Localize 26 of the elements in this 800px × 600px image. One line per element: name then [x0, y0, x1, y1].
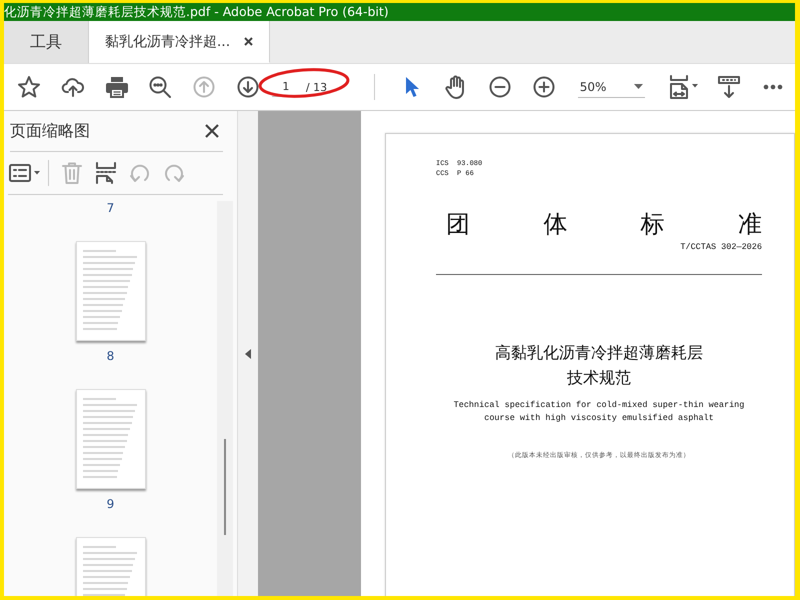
page-thumbnail[interactable]	[76, 389, 146, 489]
collapse-arrow-icon[interactable]	[245, 348, 251, 358]
page-number-label[interactable]: 7	[106, 201, 114, 215]
tab-label[interactable]: 黏乳化沥青冷拌超...	[104, 32, 230, 50]
close-icon[interactable]	[244, 37, 254, 46]
page-thumbnail[interactable]	[76, 241, 146, 341]
standard-heading: 团体标准	[445, 209, 762, 240]
caret-icon[interactable]	[634, 84, 644, 89]
tab[interactable]: 工具	[4, 21, 89, 63]
page-number-label[interactable]: 8	[106, 349, 114, 363]
page-number-label[interactable]: 9	[106, 497, 114, 511]
page-count: / 13	[306, 80, 328, 94]
close-icon[interactable]	[205, 124, 219, 138]
tab-label[interactable]: 工具	[30, 32, 62, 52]
english-title: Technical specification for cold-mixed super-thin wearing course with high viscosity emulsified asphalt	[452, 399, 746, 425]
page-number-field[interactable]: 1	[272, 77, 300, 97]
document-title: 技术规范	[567, 368, 631, 389]
standard-code: T/CCTAS 302—2026	[679, 242, 762, 252]
scrollbar[interactable]	[217, 201, 233, 596]
zoom-dropdown[interactable]: 50%	[578, 76, 646, 98]
tab[interactable]: 黏乳化沥青冷拌超...	[89, 21, 270, 63]
zoom-value[interactable]: 50%	[580, 80, 606, 94]
window-title: 化沥青冷拌超薄磨耗层技术规范.pdf - Adobe Acrobat Pro (64-bit)	[4, 4, 389, 20]
panel-title: 页面缩略图	[10, 120, 90, 142]
document-title: 高黏乳化沥青冷拌超薄磨耗层	[495, 343, 703, 364]
scrollbar-thumb[interactable]	[224, 439, 226, 535]
